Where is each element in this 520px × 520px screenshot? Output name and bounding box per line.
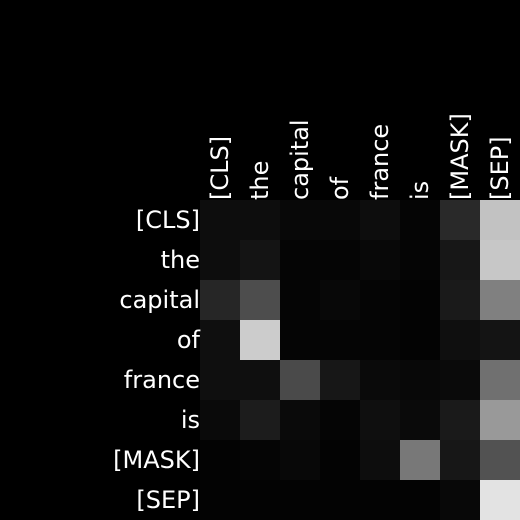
heatmap-cell xyxy=(200,440,240,480)
heatmap-cell xyxy=(320,480,360,520)
heatmap-cell xyxy=(280,200,320,240)
heatmap-cell xyxy=(200,480,240,520)
heatmap-cell xyxy=(280,360,320,400)
heatmap-cell xyxy=(440,280,480,320)
heatmap-cell xyxy=(480,440,520,480)
heatmap-cell xyxy=(440,200,480,240)
heatmap-cell xyxy=(240,440,280,480)
heatmap-cell xyxy=(200,280,240,320)
heatmap-cell xyxy=(360,360,400,400)
heatmap-cell xyxy=(240,280,280,320)
heatmap-cell xyxy=(360,240,400,280)
column-tick-label: is xyxy=(406,181,434,200)
heatmap-cell xyxy=(320,200,360,240)
heatmap-cell xyxy=(360,400,400,440)
heatmap-cell xyxy=(400,320,440,360)
heatmap-cell xyxy=(360,480,400,520)
row-labels: [CLS] the capital of france is [MASK] [SEP] xyxy=(113,206,200,514)
attention-heatmap: [CLS] the capital of france is [MASK] [SEP] [CL… xyxy=(113,113,520,520)
heatmap-cell xyxy=(480,400,520,440)
heatmap-cell xyxy=(440,320,480,360)
row-tick-label: of xyxy=(177,326,201,354)
heatmap-cell xyxy=(360,440,400,480)
heatmap-cell xyxy=(480,320,520,360)
row-tick-label: [SEP] xyxy=(136,486,200,514)
column-tick-label: [MASK] xyxy=(446,113,474,200)
heatmap-cell xyxy=(280,320,320,360)
heatmap-cell xyxy=(440,440,480,480)
column-tick-label: [CLS] xyxy=(206,136,234,200)
heatmap-cell xyxy=(400,280,440,320)
row-tick-label: [CLS] xyxy=(136,206,200,234)
heatmap-cell xyxy=(480,240,520,280)
row-tick-label: the xyxy=(161,246,200,274)
heatmap-cell xyxy=(320,240,360,280)
heatmap-cell xyxy=(440,360,480,400)
heatmap-cell xyxy=(480,480,520,520)
heatmap-cell xyxy=(480,280,520,320)
heatmap-cell xyxy=(400,240,440,280)
heatmap-cell xyxy=(320,320,360,360)
heatmap-cells xyxy=(200,200,520,520)
column-tick-label: [SEP] xyxy=(486,136,514,200)
heatmap-cell xyxy=(480,200,520,240)
row-tick-label: [MASK] xyxy=(113,446,200,474)
row-tick-label: is xyxy=(181,406,200,434)
heatmap-cell xyxy=(360,320,400,360)
heatmap-cell xyxy=(240,200,280,240)
column-tick-label: of xyxy=(326,176,354,200)
heatmap-cell xyxy=(360,280,400,320)
heatmap-cell xyxy=(400,440,440,480)
heatmap-cell xyxy=(280,240,320,280)
heatmap-cell xyxy=(240,400,280,440)
heatmap-cell xyxy=(200,400,240,440)
heatmap-cell xyxy=(200,200,240,240)
heatmap-cell xyxy=(200,360,240,400)
heatmap-cell xyxy=(240,480,280,520)
heatmap-cell xyxy=(240,320,280,360)
heatmap-cell xyxy=(320,400,360,440)
heatmap-cell xyxy=(320,440,360,480)
column-labels: [CLS] the capital of france is [MASK] [SEP] xyxy=(206,113,514,200)
heatmap-cell xyxy=(240,360,280,400)
heatmap-cell xyxy=(400,360,440,400)
column-tick-label: france xyxy=(366,124,394,200)
heatmap-cell xyxy=(240,240,280,280)
row-tick-label: france xyxy=(124,366,200,394)
heatmap-cell xyxy=(400,400,440,440)
heatmap-cell xyxy=(320,360,360,400)
heatmap-cell xyxy=(320,280,360,320)
heatmap-cell xyxy=(360,200,400,240)
heatmap-cell xyxy=(280,480,320,520)
column-tick-label: the xyxy=(246,161,274,200)
column-tick-label: capital xyxy=(286,119,314,200)
heatmap-cell xyxy=(280,280,320,320)
heatmap-cell xyxy=(400,480,440,520)
heatmap-cell xyxy=(280,440,320,480)
heatmap-cell xyxy=(440,480,480,520)
heatmap-cell xyxy=(440,400,480,440)
heatmap-cell xyxy=(200,240,240,280)
heatmap-cell xyxy=(400,200,440,240)
heatmap-cell xyxy=(200,320,240,360)
heatmap-cell xyxy=(280,400,320,440)
heatmap-cell xyxy=(480,360,520,400)
row-tick-label: capital xyxy=(119,286,200,314)
heatmap-cell xyxy=(440,240,480,280)
